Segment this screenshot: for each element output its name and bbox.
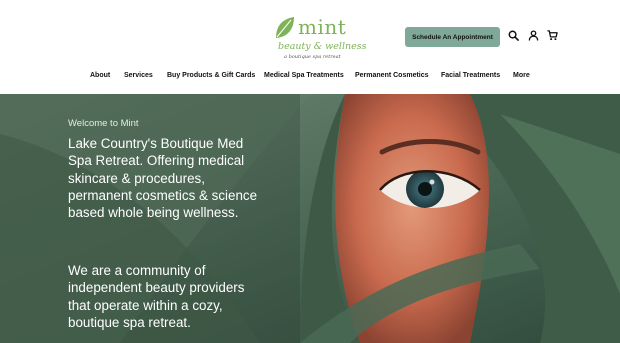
hero-section: Welcome to Mint Lake Country's Boutique … bbox=[0, 94, 620, 343]
hero-paragraph-2: We are a community of independent beauty… bbox=[68, 263, 245, 330]
nav-item-medical-spa[interactable]: Medical Spa Treatments bbox=[264, 72, 344, 79]
nav-item-services[interactable]: Services bbox=[124, 72, 153, 79]
leaf-icon bbox=[274, 16, 296, 40]
user-icon[interactable] bbox=[528, 30, 539, 41]
brand-logo[interactable]: mint beauty & wellness a boutique spa re… bbox=[272, 14, 367, 62]
hero-paragraph-1: Lake Country's Boutique Med Spa Retreat.… bbox=[68, 136, 258, 221]
nav-item-buy-products[interactable]: Buy Products & Gift Cards bbox=[167, 72, 255, 79]
brand-tagline: a boutique spa retreat bbox=[284, 54, 341, 60]
site-header: mint beauty & wellness a boutique spa re… bbox=[0, 0, 620, 94]
search-icon[interactable] bbox=[508, 30, 519, 41]
main-nav: About Services Buy Products & Gift Cards… bbox=[0, 72, 620, 84]
hero-welcome: Welcome to Mint bbox=[68, 118, 139, 129]
cart-icon[interactable] bbox=[547, 30, 558, 41]
schedule-appointment-button[interactable]: Schedule An Appointment bbox=[405, 27, 500, 47]
nav-item-about[interactable]: About bbox=[90, 72, 110, 79]
nav-item-facial-treatments[interactable]: Facial Treatments bbox=[441, 72, 500, 79]
brand-subtitle: beauty & wellness bbox=[278, 41, 367, 52]
nav-item-permanent-cosmetics[interactable]: Permanent Cosmetics bbox=[355, 72, 429, 79]
brand-name: mint bbox=[298, 15, 347, 39]
nav-item-more[interactable]: More bbox=[513, 72, 530, 79]
